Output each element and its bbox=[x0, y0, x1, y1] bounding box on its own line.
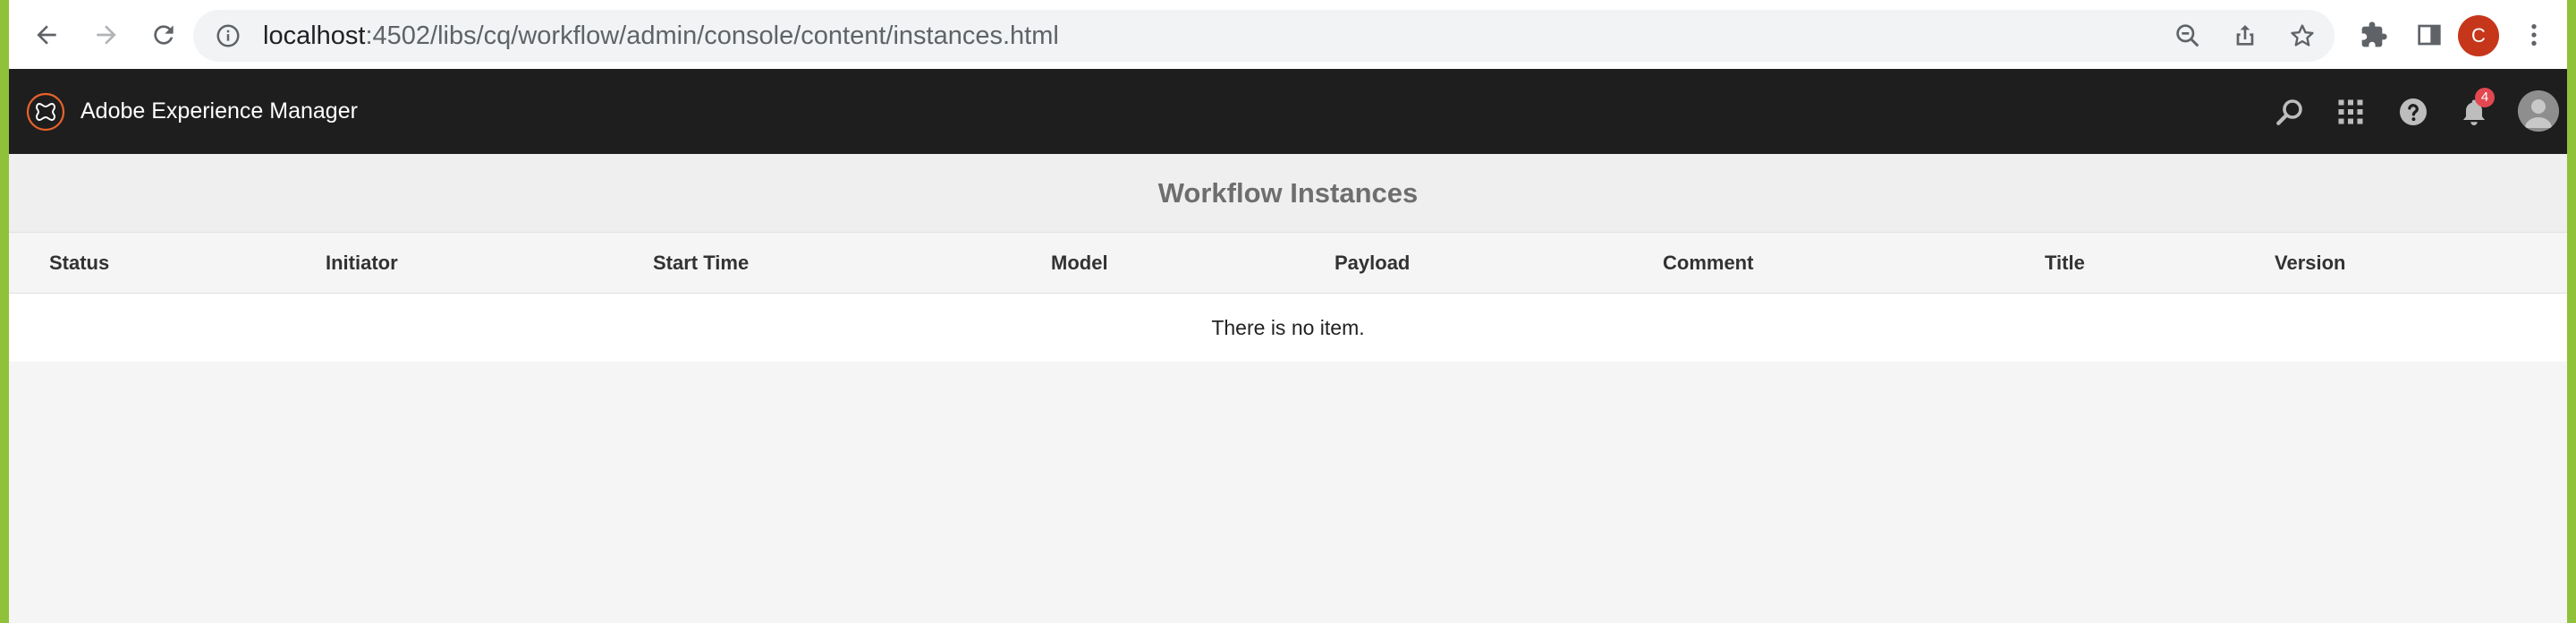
bookmark-star-icon bbox=[2291, 24, 2314, 47]
column-header-version[interactable]: Version bbox=[2275, 233, 2345, 294]
notification-count-badge: 4 bbox=[2475, 88, 2495, 107]
column-header-comment[interactable]: Comment bbox=[1663, 233, 1753, 294]
profile-button[interactable]: C bbox=[2458, 15, 2499, 56]
url-text[interactable]: localhost:4502/libs/cq/workflow/admin/co… bbox=[263, 10, 1059, 62]
search-icon bbox=[2276, 99, 2302, 125]
empty-state-message: There is no item. bbox=[1211, 316, 1365, 339]
bookmark-button[interactable] bbox=[2284, 18, 2320, 54]
column-header-initiator[interactable]: Initiator bbox=[326, 233, 398, 294]
search-button[interactable] bbox=[2269, 91, 2310, 132]
zoom-out-icon bbox=[2176, 24, 2199, 47]
back-icon bbox=[37, 25, 56, 45]
kebab-menu-icon bbox=[2531, 24, 2537, 46]
forward-button[interactable] bbox=[84, 13, 129, 57]
side-panel-icon bbox=[2418, 24, 2441, 46]
browser-menu-button[interactable] bbox=[2515, 16, 2553, 54]
notifications-button[interactable]: 4 bbox=[2453, 88, 2495, 132]
column-header-start-time[interactable]: Start Time bbox=[653, 233, 749, 294]
reload-icon bbox=[154, 25, 174, 45]
table-body: There is no item. bbox=[9, 294, 2567, 362]
column-header-status[interactable]: Status bbox=[49, 233, 109, 294]
column-header-title[interactable]: Title bbox=[2045, 233, 2085, 294]
back-button[interactable] bbox=[24, 13, 69, 57]
url-host: localhost bbox=[263, 21, 366, 50]
browser-toolbar: localhost:4502/libs/cq/workflow/admin/co… bbox=[9, 0, 2567, 69]
side-panel-button[interactable] bbox=[2411, 16, 2448, 54]
share-icon bbox=[2236, 25, 2254, 46]
user-avatar[interactable] bbox=[2518, 90, 2559, 132]
column-header-payload[interactable]: Payload bbox=[1335, 233, 1410, 294]
extensions-button[interactable] bbox=[2355, 16, 2393, 54]
zoom-button[interactable] bbox=[2170, 18, 2206, 54]
page-title-bar: Workflow Instances bbox=[9, 154, 2567, 233]
extensions-puzzle-icon bbox=[2361, 21, 2387, 47]
user-avatar-icon bbox=[2518, 90, 2559, 132]
help-icon bbox=[2400, 98, 2427, 125]
share-button[interactable] bbox=[2227, 18, 2263, 54]
table-header: Status Initiator Start Time Model Payloa… bbox=[9, 233, 2567, 294]
product-title[interactable]: Adobe Experience Manager bbox=[80, 69, 358, 154]
solutions-grid-icon bbox=[2338, 99, 2363, 124]
browser-window: localhost:4502/libs/cq/workflow/admin/co… bbox=[9, 0, 2567, 623]
site-info-icon[interactable] bbox=[215, 22, 242, 49]
reload-button[interactable] bbox=[141, 13, 186, 57]
address-bar[interactable]: localhost:4502/libs/cq/workflow/admin/co… bbox=[193, 10, 2334, 62]
help-button[interactable] bbox=[2393, 91, 2434, 132]
aem-shell-header: Adobe Experience Manager 4 bbox=[9, 69, 2567, 154]
solutions-button[interactable] bbox=[2330, 91, 2371, 132]
page-title: Workflow Instances bbox=[1157, 177, 1419, 209]
column-header-model[interactable]: Model bbox=[1051, 233, 1108, 294]
forward-icon bbox=[97, 25, 116, 45]
url-path: :4502/libs/cq/workflow/admin/console/con… bbox=[365, 21, 1059, 50]
aem-logo-icon[interactable] bbox=[25, 91, 66, 132]
